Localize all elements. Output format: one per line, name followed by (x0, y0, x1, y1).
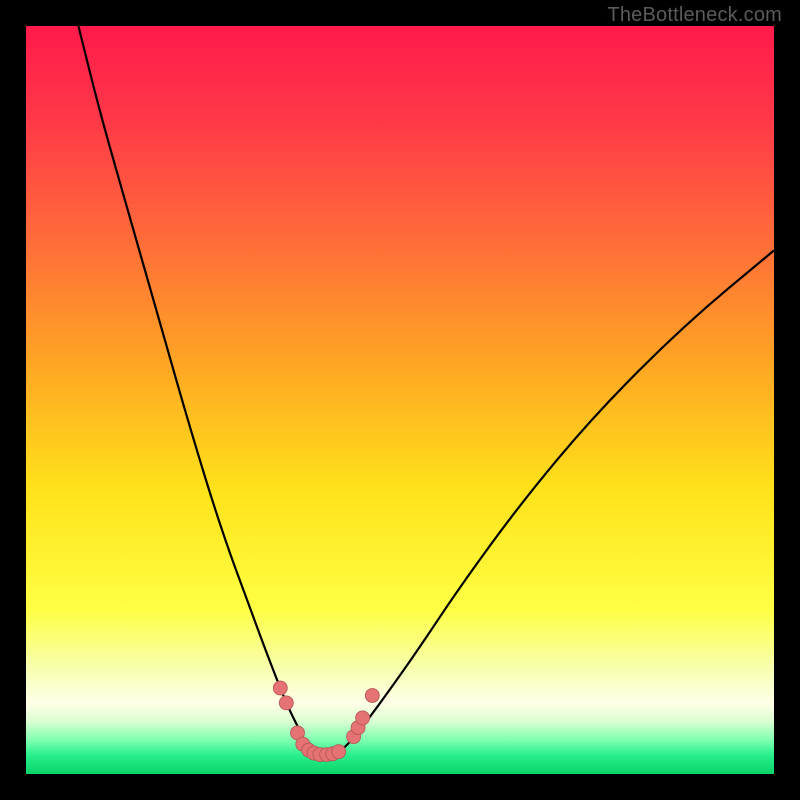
data-marker (273, 681, 287, 695)
left-curve (78, 26, 311, 752)
chart-container: TheBottleneck.com (0, 0, 800, 800)
data-marker (332, 745, 346, 759)
marker-group (273, 681, 379, 762)
data-marker (365, 689, 379, 703)
data-marker (356, 711, 370, 725)
data-marker (279, 696, 293, 710)
right-curve (340, 250, 774, 751)
watermark-text: TheBottleneck.com (607, 4, 782, 27)
plot-area (26, 26, 774, 774)
curves-layer (26, 26, 774, 774)
